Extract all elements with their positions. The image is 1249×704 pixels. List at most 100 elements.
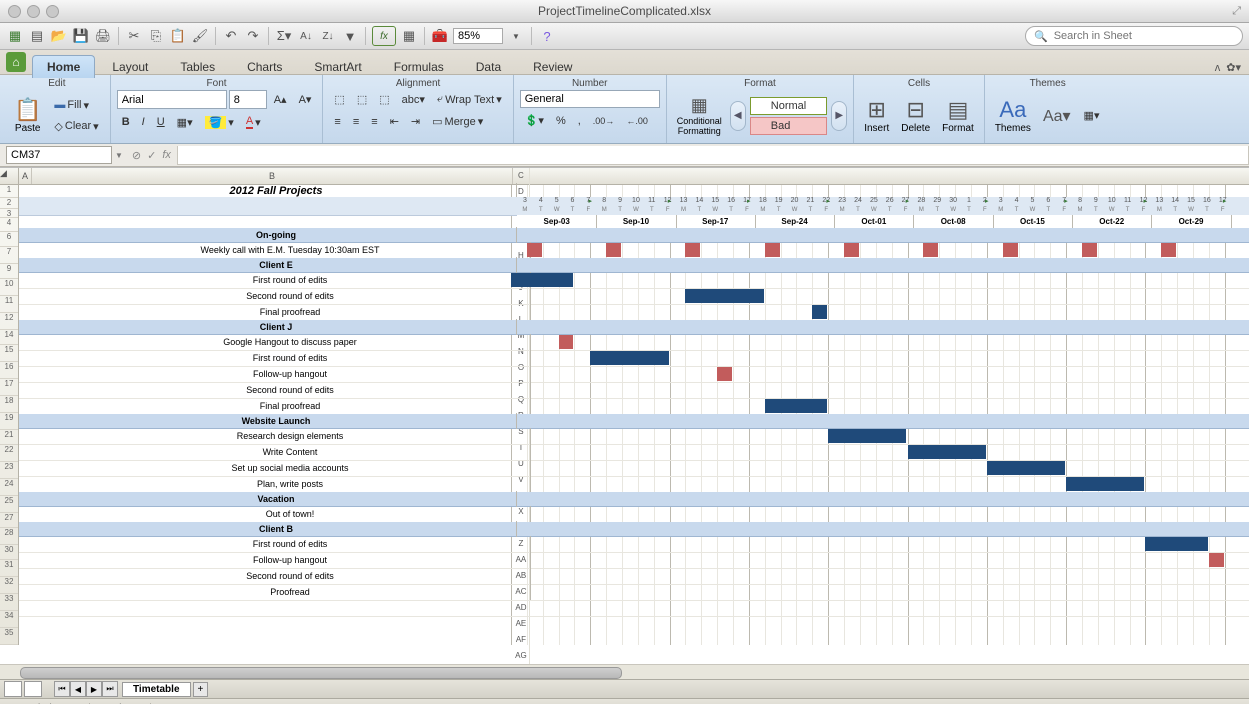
- sort-asc-icon[interactable]: A↓: [297, 27, 315, 45]
- scrollbar-thumb[interactable]: [20, 667, 622, 679]
- paste-button[interactable]: 📋Paste: [10, 95, 45, 136]
- theme-fonts-button[interactable]: Aa▾: [1039, 104, 1075, 128]
- row-18[interactable]: Second round of edits: [19, 382, 1249, 399]
- normal-view-icon[interactable]: [4, 681, 22, 697]
- theme-colors-button[interactable]: ▦▾: [1079, 106, 1105, 125]
- insert-cells-button[interactable]: ⊞Insert: [860, 95, 893, 136]
- accounting-button[interactable]: 💲▾: [520, 111, 549, 130]
- align-right-button[interactable]: ≡: [366, 112, 382, 131]
- spreadsheet-grid[interactable]: ◢ A B CDEFGHIJKLMNOPQRSTUVWXYZAAABACADAE…: [0, 167, 1249, 664]
- fx-toggle-icon[interactable]: fx: [372, 26, 396, 46]
- row-35[interactable]: [19, 600, 1249, 617]
- toolbox-icon[interactable]: 🧰: [431, 27, 449, 45]
- conditional-formatting-button[interactable]: ▦Conditional Formatting: [673, 93, 726, 138]
- row-6[interactable]: On-going: [19, 228, 1249, 243]
- row-32[interactable]: Follow-up hangout: [19, 552, 1249, 569]
- merge-button[interactable]: ▭ Merge▾: [427, 112, 488, 131]
- prev-sheet-icon[interactable]: ◀: [70, 681, 86, 697]
- fx-icon[interactable]: fx: [162, 149, 171, 162]
- style-normal[interactable]: Normal: [750, 97, 827, 115]
- align-top-button[interactable]: ⬚: [329, 90, 349, 109]
- row-15[interactable]: Google Hangout to discuss paper: [19, 334, 1249, 351]
- row-14[interactable]: Client J: [19, 320, 1249, 335]
- print-icon[interactable]: 🖨: [94, 27, 112, 45]
- fill-button[interactable]: ▬Fill▾: [49, 96, 103, 115]
- save-icon[interactable]: 💾: [72, 27, 90, 45]
- font-size-select[interactable]: [229, 90, 267, 109]
- row-30[interactable]: Client B: [19, 522, 1249, 537]
- indent-decrease-button[interactable]: ⇤: [385, 112, 404, 131]
- zoom-dropdown-icon[interactable]: ▼: [507, 27, 525, 45]
- format-painter-icon[interactable]: 🖌: [191, 27, 209, 45]
- next-sheet-icon[interactable]: ▶: [86, 681, 102, 697]
- ribbon-settings-icon[interactable]: ✿▾: [1226, 61, 1241, 74]
- row-24[interactable]: Set up social media accounts: [19, 460, 1249, 477]
- horizontal-scrollbar[interactable]: [0, 664, 1249, 679]
- bold-button[interactable]: B: [117, 112, 135, 132]
- format-cells-button[interactable]: ▤Format: [938, 95, 978, 136]
- number-format-select[interactable]: [520, 90, 660, 108]
- percent-button[interactable]: %: [551, 111, 571, 130]
- delete-cells-button[interactable]: ⊟Delete: [897, 95, 934, 136]
- align-center-button[interactable]: ≡: [348, 112, 364, 131]
- cut-icon[interactable]: ✂: [125, 27, 143, 45]
- align-left-button[interactable]: ≡: [329, 112, 345, 131]
- themes-button[interactable]: AaThemes: [991, 95, 1035, 136]
- namebox-dropdown-icon[interactable]: ▼: [112, 151, 126, 160]
- last-sheet-icon[interactable]: ⏭: [102, 681, 118, 697]
- row-22[interactable]: Research design elements: [19, 428, 1249, 445]
- row-11[interactable]: Second round of edits: [19, 288, 1249, 305]
- styles-next-button[interactable]: ▶: [831, 101, 847, 131]
- show-gridlines-icon[interactable]: ▦: [400, 27, 418, 45]
- col-AG[interactable]: AG: [513, 648, 530, 664]
- sheet-tab-timetable[interactable]: Timetable: [122, 682, 191, 697]
- font-color-button[interactable]: A▾: [241, 112, 266, 132]
- help-icon[interactable]: ?: [538, 27, 556, 45]
- style-bad[interactable]: Bad: [750, 117, 827, 135]
- row-27[interactable]: Vacation: [19, 492, 1249, 507]
- first-sheet-icon[interactable]: ⏮: [54, 681, 70, 697]
- cancel-formula-icon[interactable]: ⊘: [132, 149, 141, 162]
- zoom-input[interactable]: [453, 28, 503, 44]
- paste-icon[interactable]: 📋: [169, 27, 187, 45]
- row-33[interactable]: Second round of edits: [19, 568, 1249, 585]
- select-all-corner[interactable]: ◢: [0, 168, 19, 184]
- home-icon[interactable]: ⌂: [6, 52, 26, 72]
- open-icon[interactable]: 📂: [50, 27, 68, 45]
- search-box[interactable]: 🔍: [1025, 26, 1243, 46]
- shrink-font-button[interactable]: A▾: [294, 90, 317, 109]
- borders-button[interactable]: ▦▾: [172, 112, 198, 132]
- name-box[interactable]: [6, 146, 112, 164]
- col-C[interactable]: C: [513, 168, 530, 184]
- row-34[interactable]: Proofread: [19, 584, 1249, 601]
- grow-font-button[interactable]: A▴: [269, 90, 292, 109]
- fill-color-button[interactable]: 🪣▾: [200, 112, 239, 132]
- comma-button[interactable]: ,: [573, 111, 586, 130]
- col-A[interactable]: A: [19, 168, 32, 184]
- filter-icon[interactable]: ▼: [341, 27, 359, 45]
- underline-button[interactable]: U: [152, 112, 170, 132]
- row-21[interactable]: Website Launch: [19, 414, 1249, 429]
- page-layout-view-icon[interactable]: [24, 681, 42, 697]
- clear-button[interactable]: ◇Clear▾: [49, 117, 103, 136]
- indent-increase-button[interactable]: ⇥: [406, 112, 425, 131]
- redo-icon[interactable]: ↷: [244, 27, 262, 45]
- row-10[interactable]: First round of edits: [19, 272, 1249, 289]
- italic-button[interactable]: I: [137, 112, 150, 132]
- formula-input[interactable]: [177, 146, 1249, 165]
- row-headers[interactable]: 1234679101112141516171819212223242527283…: [0, 185, 19, 645]
- font-name-select[interactable]: [117, 90, 227, 109]
- search-input[interactable]: [1052, 29, 1234, 43]
- undo-icon[interactable]: ↶: [222, 27, 240, 45]
- increase-decimal-button[interactable]: .00→: [588, 111, 620, 130]
- ribbon-collapse-icon[interactable]: ʌ: [1215, 62, 1221, 74]
- row-23[interactable]: Write Content: [19, 444, 1249, 461]
- accept-formula-icon[interactable]: ✓: [147, 149, 156, 162]
- wrap-text-button[interactable]: ⤶ Wrap Text▾: [432, 90, 507, 109]
- align-middle-button[interactable]: ⬚: [352, 90, 372, 109]
- sort-desc-icon[interactable]: Z↓: [319, 27, 337, 45]
- row-31[interactable]: First round of edits: [19, 536, 1249, 553]
- new-workbook-icon[interactable]: ▤: [28, 27, 46, 45]
- align-bottom-button[interactable]: ⬚: [374, 90, 394, 109]
- col-B[interactable]: B: [32, 168, 513, 184]
